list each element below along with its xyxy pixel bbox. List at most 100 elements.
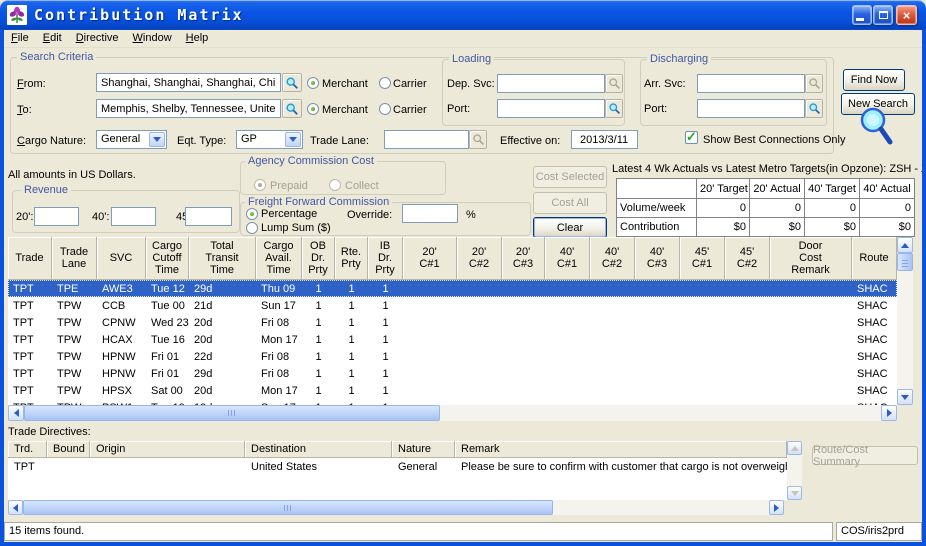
scroll-left-button[interactable] xyxy=(8,500,23,515)
grid-header-cell[interactable]: 20' C#2 xyxy=(457,237,502,280)
grid-header-cell[interactable]: OB Dr. Prty xyxy=(302,237,335,280)
discharging-port-input[interactable] xyxy=(697,99,805,118)
scroll-down-button[interactable] xyxy=(897,389,913,405)
directives-header-cell[interactable]: Remark xyxy=(455,441,787,458)
to-carrier-radio[interactable] xyxy=(379,103,391,115)
menu-item[interactable]: Help xyxy=(179,30,216,47)
trade-lane-input[interactable] xyxy=(384,130,469,149)
from-search-button[interactable] xyxy=(282,73,302,92)
directives-header-cell[interactable]: Destination xyxy=(245,441,392,458)
from-input[interactable] xyxy=(96,73,281,92)
from-merchant-radio[interactable] xyxy=(307,77,319,89)
directives-header-cell[interactable]: Origin xyxy=(90,441,245,458)
grid-header-cell[interactable]: Trade xyxy=(8,237,52,280)
grid-header-cell[interactable]: 40' C#3 xyxy=(635,237,680,280)
grid-header-cell[interactable]: Route xyxy=(852,237,897,280)
title-bar[interactable]: Contribution Matrix × xyxy=(0,0,926,30)
table-row[interactable]: TPT TPW HPNW Fri 01 22d Fri 08 1 1 1 SHA… xyxy=(8,348,897,365)
to-merchant-radio[interactable] xyxy=(307,103,319,115)
table-row[interactable]: TPT TPW HPNW Fri 01 29d Fri 08 1 1 1 SHA… xyxy=(8,365,897,382)
grid-header-cell[interactable]: Door Cost Remark xyxy=(770,237,852,280)
percentage-radio[interactable] xyxy=(246,208,258,220)
grid-header-cell[interactable]: Total Transit Time xyxy=(189,237,256,280)
dep-svc-input[interactable] xyxy=(497,74,605,93)
table-row[interactable]: TPT TPW HCAX Tue 16 20d Mon 17 1 1 1 SHA… xyxy=(8,331,897,348)
cell-ib-dr-prty: 1 xyxy=(368,385,403,397)
grid-header-cell[interactable]: Cargo Avail. Time xyxy=(256,237,302,280)
discharging-port-search-button[interactable] xyxy=(805,99,823,118)
loading-port-search-button[interactable] xyxy=(605,99,623,118)
horizontal-scroll-thumb[interactable] xyxy=(24,405,440,421)
metro-header-row: 20' Target20' Actual40' Target40' Actual xyxy=(617,179,915,199)
scroll-right-button[interactable] xyxy=(881,405,897,421)
maximize-button[interactable] xyxy=(873,5,893,25)
table-row[interactable]: TPT TPE AWE3 Tue 12 29d Thu 09 1 1 1 SHA… xyxy=(8,280,897,297)
grid-header-cell[interactable]: SVC xyxy=(97,237,146,280)
directives-header-cell[interactable]: Nature xyxy=(392,441,455,458)
search-icon-disabled xyxy=(472,133,485,146)
revenue-40-input[interactable] xyxy=(111,207,156,226)
horizontal-scroll-thumb[interactable] xyxy=(23,500,553,515)
directives-rows: TPT United States General Please be sure… xyxy=(8,458,787,475)
from-merchant-label: Merchant xyxy=(322,78,368,91)
directives-row[interactable]: TPT United States General Please be sure… xyxy=(8,458,787,475)
revenue-20-input[interactable] xyxy=(34,207,79,226)
cargo-nature-select[interactable]: General xyxy=(96,130,167,149)
table-row[interactable]: TPT TPW HPSX Sat 00 20d Mon 17 1 1 1 SHA… xyxy=(8,382,897,399)
arr-svc-input[interactable] xyxy=(697,74,805,93)
grid-horizontal-scrollbar[interactable] xyxy=(8,405,897,421)
grid-header-cell[interactable]: Cargo Cutoff Time xyxy=(146,237,189,280)
show-best-checkbox[interactable]: ✓ xyxy=(685,131,698,144)
status-message: 15 items found. xyxy=(4,522,833,541)
grid-header-cell[interactable]: 20' C#3 xyxy=(502,237,545,280)
table-row[interactable]: TPT TPW CCB Tue 00 21d Sun 17 1 1 1 SHAC xyxy=(8,297,897,314)
eqt-type-select[interactable]: GP xyxy=(236,130,303,149)
directives-header-cell[interactable]: Trd. xyxy=(8,441,47,458)
minimize-button[interactable] xyxy=(852,5,872,25)
arr-svc-search-button[interactable] xyxy=(805,74,823,93)
menu-item[interactable]: File xyxy=(4,30,36,47)
grid-header-cell[interactable]: 45' C#2 xyxy=(725,237,770,280)
trade-lane-search-button[interactable] xyxy=(469,130,487,149)
dep-svc-search-button[interactable] xyxy=(605,74,623,93)
effective-on-label: Effective on: xyxy=(500,135,560,148)
find-now-button[interactable]: Find Now xyxy=(843,69,905,91)
show-best-label: Show Best Connections Only xyxy=(703,134,845,147)
cell-total-transit: 20d xyxy=(189,317,256,329)
directives-vertical-scrollbar[interactable] xyxy=(787,441,802,500)
cell-total-transit: 29d xyxy=(189,283,256,295)
scroll-left-button[interactable] xyxy=(8,405,24,421)
chevron-down-icon[interactable] xyxy=(149,132,165,147)
grid-header-cell[interactable]: 45' C#1 xyxy=(680,237,725,280)
grid-header-cell[interactable]: 40' C#1 xyxy=(545,237,590,280)
lump-sum-label: Lump Sum ($) xyxy=(261,222,331,235)
menu-item[interactable]: Window xyxy=(126,30,179,47)
to-search-button[interactable] xyxy=(282,99,302,118)
dep-svc-label: Dep. Svc: xyxy=(447,78,495,91)
grid-header-cell[interactable]: Rte. Prty xyxy=(335,237,368,280)
directives-header-cell[interactable]: Bound xyxy=(47,441,90,458)
table-row[interactable]: TPT TPW CPNW Wed 23 20d Fri 08 1 1 1 SHA… xyxy=(8,314,897,331)
grid-vertical-scrollbar[interactable] xyxy=(897,237,913,405)
grid-header-cell[interactable]: 20' C#1 xyxy=(403,237,457,280)
chevron-down-icon[interactable] xyxy=(285,132,301,147)
from-carrier-radio[interactable] xyxy=(379,77,391,89)
loading-port-input[interactable] xyxy=(497,99,605,118)
clear-button[interactable]: Clear xyxy=(533,217,607,238)
scroll-up-button[interactable] xyxy=(897,237,913,253)
grid-header-cell[interactable]: 40' C#2 xyxy=(590,237,635,280)
menu-item[interactable]: Directive xyxy=(69,30,126,47)
effective-on-input[interactable] xyxy=(571,130,638,149)
close-button[interactable]: × xyxy=(896,5,917,25)
lump-sum-radio[interactable] xyxy=(246,222,258,234)
cell-ob-dr-prty: 1 xyxy=(302,351,335,363)
vertical-scroll-thumb[interactable] xyxy=(897,253,913,271)
directives-horizontal-scrollbar[interactable] xyxy=(8,500,784,515)
grid-header-cell[interactable]: Trade Lane xyxy=(52,237,97,280)
scroll-right-button[interactable] xyxy=(769,500,784,515)
to-input[interactable] xyxy=(96,99,281,118)
revenue-45-input[interactable] xyxy=(185,207,232,226)
menu-item[interactable]: Edit xyxy=(36,30,69,47)
override-input[interactable] xyxy=(402,204,458,223)
grid-header-cell[interactable]: IB Dr. Prty xyxy=(368,237,403,280)
